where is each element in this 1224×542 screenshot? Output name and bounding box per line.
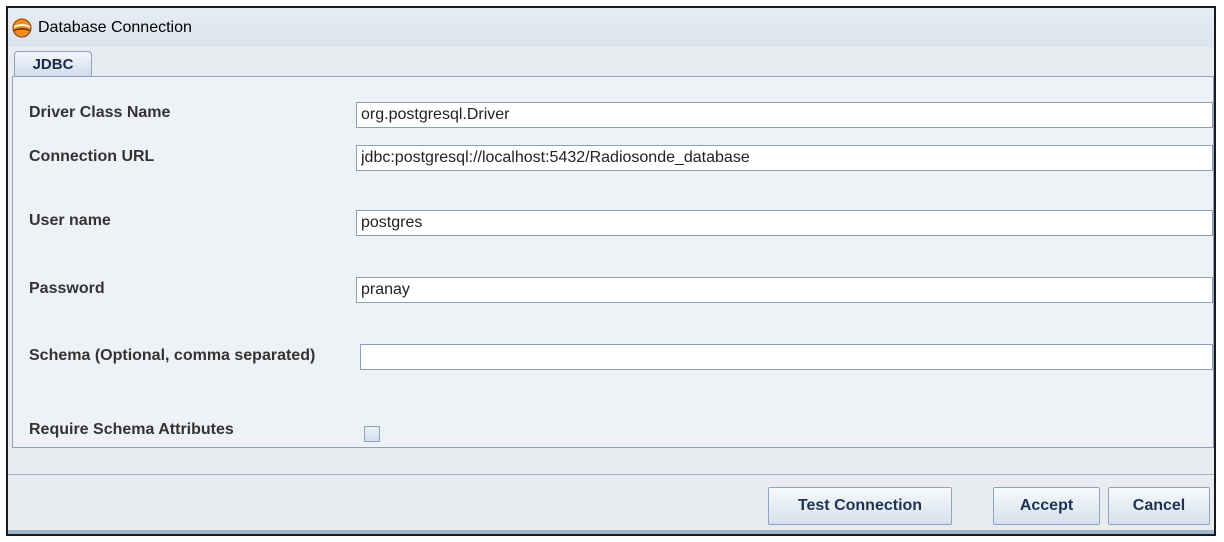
button-bar: Test Connection Accept Cancel	[8, 475, 1214, 534]
require-schema-attributes-label: Require Schema Attributes	[29, 421, 234, 438]
database-connection-dialog: Database Connection JDBC Driver Class Na…	[6, 6, 1216, 536]
user-name-label: User name	[29, 212, 111, 229]
window-bottom-edge	[8, 530, 1214, 534]
require-schema-attributes-checkbox[interactable]	[364, 426, 380, 442]
title-bar: Database Connection	[8, 8, 1214, 47]
driver-class-label: Driver Class Name	[29, 104, 171, 121]
window-title: Database Connection	[38, 18, 192, 36]
connection-url-label: Connection URL	[29, 148, 155, 165]
schema-label: Schema (Optional, comma separated)	[29, 347, 316, 364]
user-name-input[interactable]	[356, 210, 1213, 236]
connection-url-input[interactable]	[356, 145, 1213, 171]
driver-class-input[interactable]	[356, 102, 1213, 128]
password-input[interactable]	[356, 277, 1213, 303]
accept-button[interactable]: Accept	[993, 487, 1100, 525]
schema-input[interactable]	[360, 344, 1213, 370]
tab-strip: JDBC	[8, 47, 1214, 77]
password-label: Password	[29, 280, 105, 297]
jdbc-panel: Driver Class Name Connection URL User na…	[12, 76, 1214, 448]
cancel-button[interactable]: Cancel	[1108, 487, 1210, 525]
test-connection-button[interactable]: Test Connection	[768, 487, 952, 525]
tab-jdbc[interactable]: JDBC	[14, 51, 92, 77]
app-logo-icon	[12, 18, 32, 37]
